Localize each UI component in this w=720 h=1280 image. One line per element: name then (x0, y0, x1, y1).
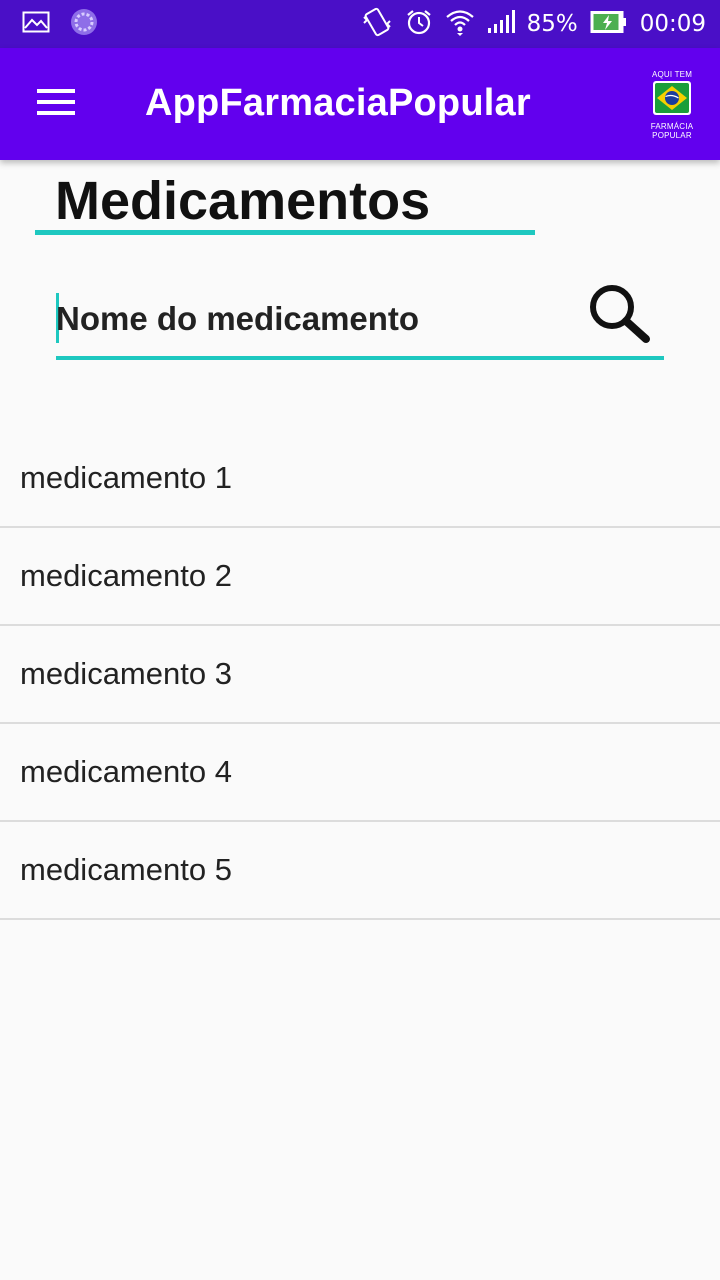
hamburger-menu-icon (37, 88, 75, 121)
list-item-label: medicamento 5 (20, 852, 232, 887)
list-item-label: medicamento 2 (20, 558, 232, 593)
page-title: Medicamentos (55, 171, 431, 231)
status-bar: 85% 00:09 (0, 0, 720, 48)
signal-icon (487, 9, 515, 39)
list-item[interactable]: medicamento 3 (0, 626, 720, 724)
status-right-icons: 85% 00:09 (349, 7, 706, 42)
menu-button[interactable] (26, 78, 86, 130)
app-title: AppFarmaciaPopular (145, 82, 531, 124)
list-item[interactable]: medicamento 2 (0, 528, 720, 626)
logo-bottom-text: FARMÁCIA POPULAR (650, 122, 694, 140)
search-input[interactable] (56, 291, 576, 347)
search-underline (56, 356, 664, 360)
list-item[interactable]: medicamento 4 (0, 724, 720, 822)
clock: 00:09 (639, 11, 706, 37)
search-icon (586, 282, 652, 351)
status-left-icons (22, 8, 118, 41)
logo-top-text: AQUI TEM (651, 70, 693, 79)
brazil-flag-icon (653, 81, 691, 120)
sync-icon (70, 8, 98, 41)
list-item[interactable]: medicamento 1 (0, 430, 720, 528)
list-item-label: medicamento 3 (20, 656, 232, 691)
app-bar: AppFarmaciaPopular AQUI TEM FARMÁCIA POP… (0, 48, 720, 160)
list-item-label: medicamento 4 (20, 754, 232, 789)
vibrate-icon (361, 7, 393, 42)
wifi-icon (445, 8, 475, 41)
battery-percent: 85% (526, 11, 578, 37)
title-underline (35, 230, 535, 235)
farmacia-popular-logo: AQUI TEM FARMÁCIA POPULAR (648, 70, 696, 140)
list-item-label: medicamento 1 (20, 460, 232, 495)
list-item[interactable]: medicamento 5 (0, 822, 720, 920)
alarm-icon (405, 8, 433, 41)
medication-list: medicamento 1 medicamento 2 medicamento … (0, 430, 720, 920)
image-icon (22, 11, 50, 38)
search-button[interactable] (584, 283, 654, 349)
search-bar (56, 283, 664, 361)
battery-charging-icon (590, 10, 628, 39)
